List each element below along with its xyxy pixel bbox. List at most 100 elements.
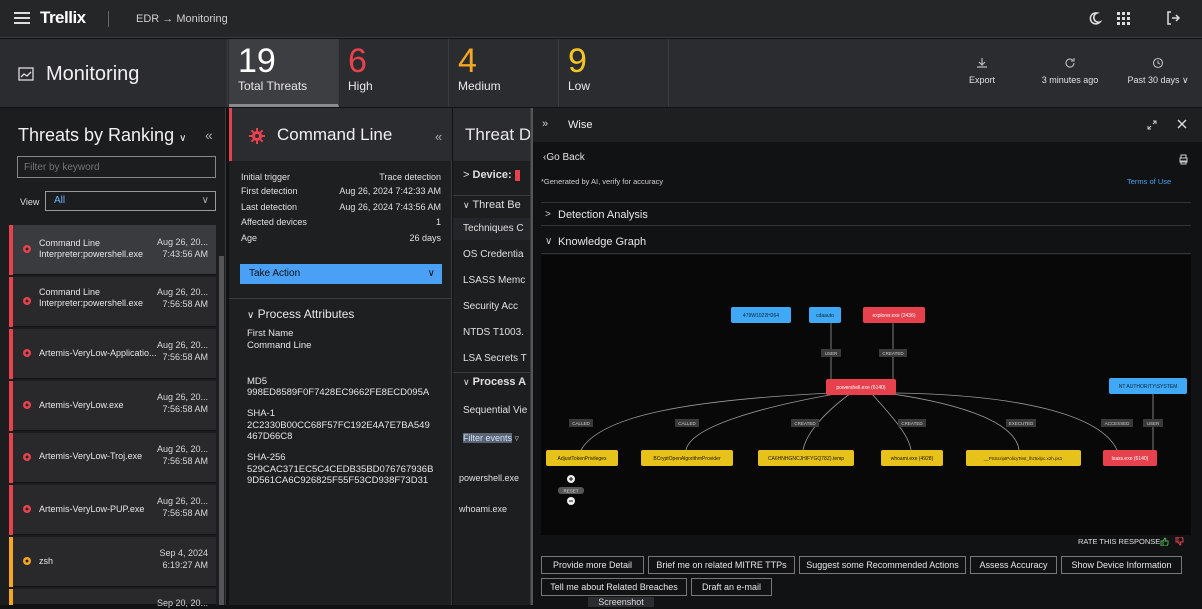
theme-icon[interactable] <box>1087 10 1103 26</box>
close-icon[interactable] <box>1177 119 1187 129</box>
detail-title: Command Line <box>277 125 393 144</box>
prompt-chip[interactable]: Show Device Information <box>1061 556 1182 574</box>
chevron-right-icon: > <box>545 209 551 220</box>
edge-label: USER <box>1147 421 1160 426</box>
prompt-chip[interactable]: Suggest some Recommended Actions <box>799 556 966 574</box>
edge-label: CREATED <box>794 421 816 426</box>
device-row[interactable]: > Device: <box>453 169 530 187</box>
gear-icon <box>23 245 31 253</box>
detail-value: Aug 26, 2024 7:43:56 AM <box>339 202 441 212</box>
sha1-value: 2C2330B00CC68F57FC192E4A7E7BA549 <box>247 420 430 431</box>
technique-item[interactable]: OS Credentia <box>453 249 530 260</box>
threat-behavior-toggle[interactable]: ∨ Threat Be <box>453 195 530 215</box>
reset-label: RESET <box>563 489 578 494</box>
detail-row: Affected devices 1 <box>241 217 441 231</box>
technique-item[interactable]: LSASS Memc <box>453 275 530 286</box>
process-attributes-toggle[interactable]: ∨ Process Attributes <box>229 298 452 324</box>
threat-item[interactable]: Command Line Interpreter:powershell.exe … <box>9 225 216 275</box>
trellix-logo[interactable]: Trellix <box>40 8 86 28</box>
logout-icon[interactable] <box>1165 10 1181 26</box>
threat-item[interactable]: zsh Sep 4, 2024 6:19:27 AM <box>9 537 216 587</box>
collapse-icon[interactable]: « <box>435 129 442 144</box>
technique-item[interactable]: LSA Secrets T <box>453 353 530 364</box>
thumbs-up-icon[interactable] <box>1160 537 1169 546</box>
zoom-controls[interactable]: RESET <box>558 475 584 505</box>
prompt-chip[interactable]: Brief me on related MITRE TTPs <box>648 556 795 574</box>
stat-value: 6 <box>348 42 367 80</box>
threat-process: Interpreter:powershell.exe <box>39 298 144 308</box>
apps-grid-icon[interactable] <box>1115 10 1131 26</box>
severity-bar <box>9 329 13 379</box>
detail-header: Command Line « <box>229 108 452 161</box>
threat-detail-title: Threat D <box>465 125 531 144</box>
scrollbar[interactable] <box>219 256 224 605</box>
threat-item[interactable]: Artemis-VeryLow.exe Aug 26, 20... 7:56:5… <box>9 381 216 431</box>
process-toggle[interactable]: ∨ Process A <box>453 372 530 394</box>
filter-keyword-input[interactable] <box>17 156 216 178</box>
prompt-chip[interactable]: Provide more Detail <box>541 556 644 574</box>
sha256-value-cont: 9D561CA6C926825F55F53CD938F73D31 <box>247 475 429 486</box>
threat-name: Artemis-VeryLow-Troj.exe <box>39 451 143 461</box>
export-label: Export <box>968 75 995 85</box>
collapse-right-icon[interactable]: » <box>542 118 548 130</box>
stat-total-threats[interactable]: 19 Total Threats <box>229 39 339 107</box>
technique-item[interactable]: Security Acc <box>453 301 530 312</box>
technique-item[interactable]: NTDS T1003. <box>453 327 530 338</box>
stat-label: Low <box>568 79 591 93</box>
date-range-dropdown[interactable]: Past 30 days ∨ <box>1124 39 1192 107</box>
refresh-label: 3 minutes ago <box>1041 75 1099 85</box>
techniques-header: Techniques C <box>453 218 530 240</box>
refresh-button[interactable]: 3 minutes ago <box>1036 39 1104 107</box>
export-button[interactable]: Export <box>960 39 1004 107</box>
severity-bar <box>9 485 13 535</box>
filter-events-button[interactable]: Filter events ▿ <box>453 433 530 444</box>
node-label: NT AUTHORITY\SYSTEM <box>1119 384 1178 390</box>
process-item[interactable]: powershell.exe <box>453 473 530 483</box>
thumbs-down-icon[interactable] <box>1175 537 1184 546</box>
take-action-dropdown[interactable]: Take Action ∨ <box>240 264 442 284</box>
prompt-chip[interactable]: Assess Accuracy <box>970 556 1057 574</box>
collapse-icon[interactable]: « <box>205 127 213 143</box>
prompt-chip[interactable]: Tell me about Related Breaches <box>541 578 687 596</box>
stat-label: Total Threats <box>238 79 308 93</box>
severity-bar <box>9 537 13 587</box>
edge-label: CREATED <box>882 351 904 356</box>
threat-process: Interpreter:powershell.exe <box>39 249 144 259</box>
detail-key: Initial trigger <box>241 172 291 182</box>
stat-medium[interactable]: 4 Medium <box>449 39 559 107</box>
page-title: Monitoring <box>46 63 140 85</box>
menu-icon[interactable] <box>14 11 30 25</box>
threat-item[interactable]: Artemis-VeryLow-Applicatio... Aug 26, 20… <box>9 329 216 379</box>
node-label: __PSScriptPolicyTest_lhz5xlpc.x2h.ps1 <box>983 456 1063 461</box>
sha1-label: SHA-1 <box>247 408 275 419</box>
sequential-view-tab[interactable]: Sequential Vie <box>453 405 530 416</box>
expand-icon[interactable] <box>1147 120 1157 130</box>
go-back-link[interactable]: ‹Go Back <box>543 152 585 163</box>
print-icon[interactable] <box>1178 154 1189 165</box>
threat-detail-panel: Threat D > Device: ∨ Threat Be Technique… <box>453 108 531 605</box>
detection-analysis-toggle[interactable]: > Detection Analysis <box>541 202 1191 226</box>
view-select[interactable]: All ∨ <box>45 191 216 211</box>
panel-title[interactable]: Threats by Ranking ∨ <box>18 125 186 146</box>
process-item[interactable]: whoami.exe <box>453 504 530 514</box>
prompt-chip[interactable]: Draft an e-mail <box>691 578 772 596</box>
stat-low[interactable]: 9 Low <box>559 39 669 107</box>
threat-item[interactable]: Artemis-VeryLow-Troj.exe Aug 26, 20... 7… <box>9 433 216 483</box>
stat-high[interactable]: 6 High <box>339 39 449 107</box>
threat-item[interactable]: Sep 20, 20... <box>9 589 216 608</box>
breadcrumb[interactable]: EDR → Monitoring <box>136 13 228 25</box>
detail-key: Age <box>241 233 258 243</box>
threat-item[interactable]: Artemis-VeryLow-PUP.exe Aug 26, 20... 7:… <box>9 485 216 535</box>
wise-title: Wise <box>568 119 593 131</box>
knowledge-graph-toggle[interactable]: ∨ Knowledge Graph <box>541 230 1191 254</box>
chevron-down-icon: ∨ <box>545 236 553 247</box>
gear-icon <box>23 557 31 565</box>
threat-date: Sep 20, 20... <box>156 598 208 608</box>
terms-of-use-link[interactable]: Terms of Use <box>1127 177 1171 186</box>
screenshot-button[interactable]: Screenshot <box>588 597 654 607</box>
threat-item[interactable]: Command Line Interpreter:powershell.exe … <box>9 277 216 327</box>
top-bar: Trellix EDR → Monitoring <box>0 0 1202 38</box>
knowledge-graph[interactable]: USER CREATED CALLED CALLED CREATED CREAT… <box>541 255 1191 535</box>
threat-time: 7:56:58 AM <box>162 299 208 309</box>
threat-date: Aug 26, 20... <box>156 496 208 506</box>
